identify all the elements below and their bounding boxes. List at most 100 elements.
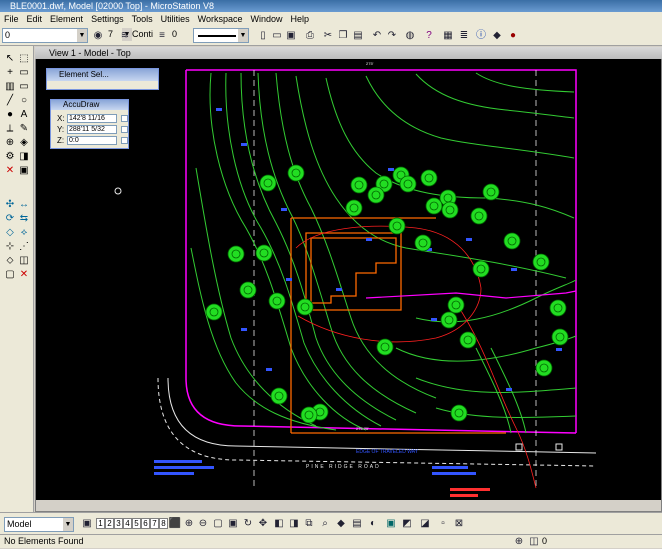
record-icon[interactable]: ● — [506, 29, 520, 43]
save-icon[interactable]: ▣ — [284, 29, 298, 43]
menu-settings[interactable]: Settings — [87, 14, 128, 24]
copy-icon[interactable]: ⟡ — [17, 226, 31, 240]
view-titlebar[interactable]: View 1 - Model - Top — [35, 47, 662, 59]
select-icon[interactable]: ↖ — [3, 52, 17, 66]
new-file-icon[interactable]: ▯ — [256, 29, 270, 43]
view-button-2[interactable]: 2 — [105, 518, 114, 529]
view-next-icon[interactable]: ◨ — [287, 517, 301, 531]
chevron-down-icon[interactable]: ▼ — [77, 29, 87, 42]
redo-icon[interactable]: ↷ — [385, 29, 399, 43]
help-icon[interactable]: ? — [422, 29, 436, 43]
copy-icon[interactable]: ❐ — [336, 29, 350, 43]
line-icon[interactable]: ╱ — [3, 94, 17, 108]
arc-icon[interactable]: ● — [3, 108, 17, 122]
cube-view-icon[interactable]: ◆ — [334, 517, 348, 531]
place-point-icon[interactable]: + — [3, 66, 17, 80]
rectangle-icon[interactable]: ▭ — [17, 66, 31, 80]
style-combo[interactable]: Conti — [130, 28, 154, 43]
weight-combo[interactable]: 0 — [170, 28, 188, 43]
accudraw-dialog[interactable]: AccuDraw X: 142'8 11/16 Y: 288'11 5/32 Z… — [50, 99, 129, 149]
view-button-6[interactable]: 6 — [141, 518, 150, 529]
delete-icon[interactable]: ✕ — [3, 164, 17, 178]
settings-icon[interactable]: ⚙ — [3, 150, 17, 164]
view-attributes-icon[interactable]: ▣ — [384, 517, 398, 531]
globe-icon[interactable]: ◍ — [403, 29, 417, 43]
y-lock-checkbox[interactable] — [121, 126, 128, 133]
update-view-icon[interactable]: ⬛ — [168, 517, 182, 531]
camera-icon[interactable]: ◩ — [400, 517, 414, 531]
move-icon[interactable]: ✣ — [3, 198, 17, 212]
menu-utilities[interactable]: Utilities — [157, 14, 194, 24]
view-window[interactable]: EDGE OF TRAVELED WAY PINE RIDGE ROAD 275… — [35, 47, 662, 512]
zoom-out-icon[interactable]: ⊖ — [196, 517, 210, 531]
level-icon[interactable]: ◫ — [527, 535, 541, 549]
window-area-icon[interactable]: ▢ — [211, 517, 225, 531]
drawing-canvas[interactable]: EDGE OF TRAVELED WAY PINE RIDGE ROAD 275… — [36, 48, 661, 511]
cell-icon[interactable]: ⊕ — [3, 136, 17, 150]
modify-icon[interactable]: ✎ — [17, 122, 31, 136]
tag-icon[interactable]: ◨ — [17, 150, 31, 164]
z-lock-checkbox[interactable] — [121, 137, 128, 144]
z-field[interactable]: 0:0 — [67, 136, 117, 145]
erase-icon[interactable]: ✕ — [17, 268, 31, 282]
copy-view-icon[interactable]: ⧉ — [302, 517, 316, 531]
array-icon[interactable]: ◇ — [3, 226, 17, 240]
view-button-3[interactable]: 3 — [114, 518, 123, 529]
cube-icon[interactable]: ◆ — [490, 29, 504, 43]
menu-window[interactable]: Window — [246, 14, 286, 24]
view-button-1[interactable]: 1 — [96, 518, 105, 529]
menu-edit[interactable]: Edit — [23, 14, 47, 24]
mirror-icon[interactable]: ⇆ — [17, 212, 31, 226]
text-icon[interactable]: A — [17, 108, 31, 122]
chamfer-icon[interactable]: ⬦ — [3, 254, 17, 268]
undo-icon[interactable]: ↶ — [370, 29, 384, 43]
view-button-7[interactable]: 7 — [150, 518, 159, 529]
level-combo[interactable]: 0 ▼ — [2, 28, 88, 43]
dimension-icon[interactable]: ⟂ — [3, 122, 17, 136]
zoom-in-icon[interactable]: ⊕ — [182, 517, 196, 531]
toggle-icon[interactable]: ▫ — [436, 517, 450, 531]
cut-icon[interactable]: ✂ — [321, 29, 335, 43]
zoom-window-icon[interactable]: ⌕ — [318, 517, 332, 531]
fence-icon[interactable]: ⬚ — [17, 52, 31, 66]
paste-icon[interactable]: ▤ — [351, 29, 365, 43]
rotate-view-icon[interactable]: ↻ — [241, 517, 255, 531]
clip-volume-icon[interactable]: ▤ — [350, 517, 364, 531]
fit-view-icon[interactable]: ▣ — [226, 517, 240, 531]
element-selection-dialog[interactable]: Element Sel... — [46, 68, 159, 90]
grid-icon[interactable]: ▥ — [3, 80, 17, 94]
fillet-icon[interactable]: ◫ — [17, 254, 31, 268]
extend-icon[interactable]: ⊹ — [3, 240, 17, 254]
references-icon[interactable]: ▦ — [441, 29, 455, 43]
view-previous-icon[interactable]: ◧ — [272, 517, 286, 531]
menu-tools[interactable]: Tools — [128, 14, 157, 24]
scale-icon[interactable]: ↔ — [17, 198, 31, 212]
y-field[interactable]: 288'11 5/32 — [67, 125, 117, 134]
menu-help[interactable]: Help — [287, 14, 314, 24]
color-palette-icon[interactable]: ◉ — [91, 29, 105, 43]
menu-workspace[interactable]: Workspace — [194, 14, 247, 24]
view-groups-icon[interactable]: ▣ — [80, 517, 94, 531]
rotate-icon[interactable]: ⟳ — [3, 212, 17, 226]
render-icon[interactable]: ◐ — [366, 517, 380, 531]
layers-icon[interactable]: ≣ — [457, 29, 471, 43]
display-style-icon[interactable]: ◪ — [418, 517, 432, 531]
x-lock-checkbox[interactable] — [121, 115, 128, 122]
info-icon[interactable]: ⓘ — [474, 29, 488, 43]
view-button-5[interactable]: 5 — [132, 518, 141, 529]
trim-icon[interactable]: ⋰ — [17, 240, 31, 254]
chevron-down-icon[interactable]: ▼ — [63, 518, 73, 531]
menu-element[interactable]: Element — [46, 14, 87, 24]
drop-icon[interactable]: ▢ — [3, 268, 17, 282]
line-weight-preview[interactable]: ▼ — [193, 28, 249, 43]
print-icon[interactable]: ⎙ — [303, 29, 317, 43]
lock-icon[interactable]: ⊕ — [512, 535, 526, 549]
open-folder-icon[interactable]: ▭ — [270, 29, 284, 43]
view-button-8[interactable]: 8 — [159, 518, 168, 529]
x-field[interactable]: 142'8 11/16 — [67, 114, 117, 123]
menu-file[interactable]: File — [0, 14, 23, 24]
circle-icon[interactable]: ○ — [17, 94, 31, 108]
horizontal-scrollbar[interactable] — [36, 500, 661, 511]
view-button-4[interactable]: 4 — [123, 518, 132, 529]
group-icon[interactable]: ▣ — [17, 164, 31, 178]
